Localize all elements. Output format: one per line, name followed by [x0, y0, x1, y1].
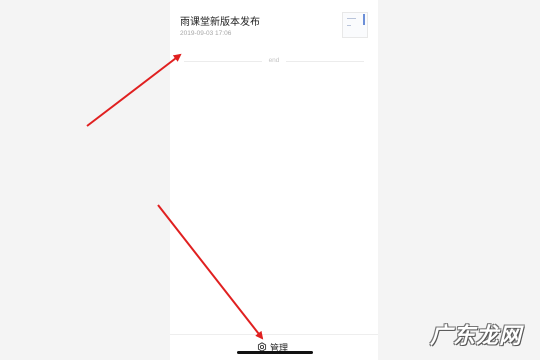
annotation-arrow-to-manage	[157, 204, 264, 340]
watermark-logo: 广东龙网	[430, 323, 523, 349]
annotation-arrows	[86, 53, 264, 340]
annotation-arrow-to-article	[86, 53, 182, 127]
